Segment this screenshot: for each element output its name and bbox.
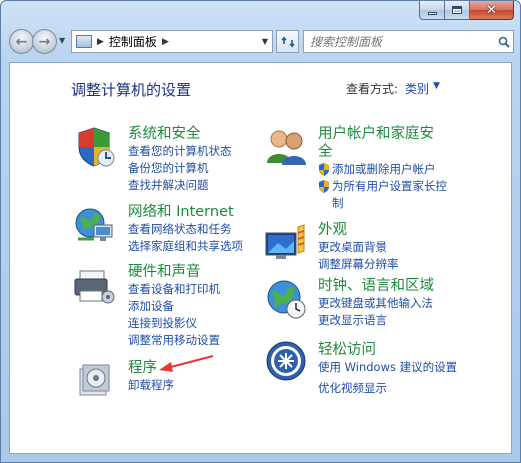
recent-pages-dropdown[interactable]: ▼ <box>59 36 65 45</box>
category-title[interactable]: 系统和安全 <box>128 125 232 143</box>
appearance-icon[interactable] <box>264 221 308 265</box>
category-title[interactable]: 外观 <box>318 221 399 239</box>
programs-icon[interactable] <box>72 357 116 401</box>
category-title[interactable]: 网络和 Internet <box>128 203 243 221</box>
minimize-icon <box>427 11 437 15</box>
link-optimize-video[interactable]: 优化视频显示 <box>318 380 457 397</box>
parental-controls-row[interactable]: 为所有用户设置家长控 <box>318 178 447 195</box>
annotation-arrow-icon <box>159 355 214 372</box>
link-troubleshoot[interactable]: 查找并解决问题 <box>128 177 232 194</box>
link-recommended-settings[interactable]: 使用 Windows 建议的设置 <box>318 359 457 376</box>
user-accounts-icon[interactable] <box>264 125 308 169</box>
network-globe-icon[interactable] <box>72 203 116 247</box>
add-remove-accounts-row[interactable]: 添加或删除用户帐户 <box>318 161 447 178</box>
category-title-line1[interactable]: 用户帐户和家庭安 <box>318 125 447 143</box>
link-change-keyboard[interactable]: 更改键盘或其他输入法 <box>318 295 434 312</box>
close-button[interactable]: ✕ <box>470 1 514 20</box>
search-icon[interactable] <box>495 36 513 48</box>
category-hardware-sound: 硬件和声音 查看设备和打印机 添加设备 连接到投影仪 调整常用移动设置 <box>128 263 220 349</box>
maximize-icon <box>452 6 462 14</box>
category-clock-language-region: 时钟、语言和区域 更改键盘或其他输入法 更改显示语言 <box>318 277 434 329</box>
view-by-chevron-icon[interactable]: ▼ <box>433 81 440 91</box>
link-homegroup-sharing[interactable]: 选择家庭组和共享选项 <box>128 238 243 255</box>
link-desktop-background[interactable]: 更改桌面背景 <box>318 239 399 256</box>
link-connect-projector[interactable]: 连接到投影仪 <box>128 315 220 332</box>
breadcrumb-control-panel[interactable]: 控制面板 <box>109 33 157 50</box>
link-display-language[interactable]: 更改显示语言 <box>318 312 434 329</box>
uac-shield-icon <box>319 163 329 176</box>
link-backup-computer[interactable]: 备份您的计算机 <box>128 160 232 177</box>
maximize-button[interactable] <box>445 1 470 20</box>
breadcrumb-chevron-icon[interactable]: ▶ <box>97 37 104 47</box>
link-add-remove-accounts[interactable]: 添加或删除用户帐户 <box>332 161 436 178</box>
link-parental-controls-wrap[interactable]: 制 <box>318 195 447 212</box>
link-network-status[interactable]: 查看网络状态和任务 <box>128 221 243 238</box>
link-view-computer-status[interactable]: 查看您的计算机状态 <box>128 143 232 160</box>
category-ease-of-access: 轻松访问 使用 Windows 建议的设置 优化视频显示 <box>318 341 457 397</box>
category-title[interactable]: 硬件和声音 <box>128 263 220 281</box>
printer-icon[interactable] <box>72 263 116 307</box>
back-arrow-icon: ← <box>15 33 28 50</box>
link-parental-controls[interactable]: 为所有用户设置家长控 <box>332 178 447 195</box>
category-appearance: 外观 更改桌面背景 调整屏幕分辨率 <box>318 221 399 273</box>
category-title[interactable]: 时钟、语言和区域 <box>318 277 434 295</box>
back-button[interactable]: ← <box>9 29 34 54</box>
control-panel-window: ✕ ← → ▼ ▶ 控制面板 ▶ ▼ 调整计算机的设置 查看方式: 类别 <box>0 0 521 463</box>
breadcrumb-chevron-icon[interactable]: ▶ <box>162 37 169 47</box>
control-panel-icon <box>76 35 92 48</box>
category-title-line2[interactable]: 全 <box>318 143 447 161</box>
view-by-label: 查看方式: <box>346 82 399 96</box>
link-uninstall-program[interactable]: 卸载程序 <box>128 377 174 394</box>
search-input[interactable] <box>304 34 495 49</box>
link-mobility-settings[interactable]: 调整常用移动设置 <box>128 332 220 349</box>
clock-globe-icon[interactable] <box>264 277 308 321</box>
view-by-dropdown[interactable]: 类别 <box>405 80 429 97</box>
category-title[interactable]: 轻松访问 <box>318 341 457 359</box>
category-system-security: 系统和安全 查看您的计算机状态 备份您的计算机 查找并解决问题 <box>128 125 232 194</box>
caption-buttons: ✕ <box>419 1 514 21</box>
forward-button[interactable]: → <box>32 29 57 54</box>
page-title: 调整计算机的设置 <box>71 81 192 99</box>
ease-of-access-icon[interactable] <box>264 339 308 383</box>
address-dropdown-icon[interactable]: ▼ <box>262 37 268 46</box>
category-user-accounts: 用户帐户和家庭安 全 添加或删除用户帐户 为所有用户设置家长控 制 <box>318 125 447 212</box>
navigation-bar: ← → ▼ ▶ 控制面板 ▶ ▼ <box>9 28 514 56</box>
refresh-icon <box>280 35 295 48</box>
link-devices-printers[interactable]: 查看设备和打印机 <box>128 281 220 298</box>
link-add-device[interactable]: 添加设备 <box>128 298 220 315</box>
link-screen-resolution[interactable]: 调整屏幕分辨率 <box>318 256 399 273</box>
system-security-icon[interactable] <box>72 125 116 169</box>
close-icon: ✕ <box>486 2 497 18</box>
address-bar[interactable]: ▶ 控制面板 ▶ ▼ <box>71 30 273 53</box>
minimize-button[interactable] <box>419 1 445 20</box>
refresh-button[interactable] <box>276 30 299 53</box>
content-pane: 调整计算机的设置 查看方式: 类别 ▼ 系统和安全 查看您的计算机状态 备份您的… <box>9 62 512 454</box>
search-box[interactable] <box>303 30 514 53</box>
uac-shield-icon <box>319 180 329 193</box>
forward-arrow-icon: → <box>38 33 51 50</box>
category-network: 网络和 Internet 查看网络状态和任务 选择家庭组和共享选项 <box>128 203 243 255</box>
